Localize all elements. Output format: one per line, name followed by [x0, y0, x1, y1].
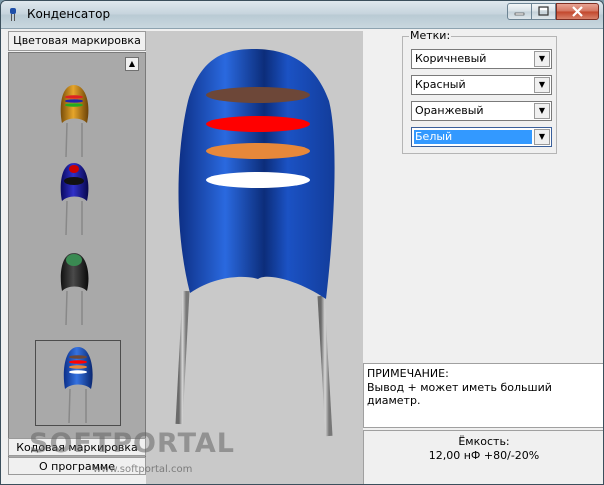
capacitor-thumbnail-icon — [60, 85, 89, 158]
watermark-logo: SOFTPORTAL — [29, 428, 236, 459]
marks-group: Метки: Коричневый ▼ Красный ▼ Оранжевый … — [402, 30, 557, 154]
right-panel: Метки: Коричневый ▼ Красный ▼ Оранжевый … — [363, 30, 603, 484]
close-button[interactable] — [556, 3, 599, 20]
capacitor-type-list[interactable]: ▲ ▼ — [8, 52, 146, 460]
capacitor-type-dark-blue[interactable] — [49, 157, 99, 237]
close-icon — [572, 6, 583, 17]
band-3-value: Оранжевый — [415, 104, 484, 117]
capacitor-type-yellow[interactable] — [49, 79, 99, 159]
watermark-url: www.softportal.com — [93, 464, 193, 475]
band-4-select[interactable]: Белый ▼ — [411, 127, 552, 147]
color-band-2 — [206, 116, 310, 132]
color-marking-tab[interactable]: Цветовая маркировка — [8, 31, 146, 51]
capacitor-thumbnail-icon — [60, 163, 89, 236]
scroll-up-button[interactable]: ▲ — [125, 57, 139, 71]
capacity-value: 12,00 нФ +80/-20% — [428, 449, 540, 462]
capacitor-app-icon — [10, 8, 16, 21]
note-box: ПРИМЕЧАНИЕ: Вывод + может иметь больший … — [363, 363, 603, 428]
arrow-up-icon: ▲ — [128, 59, 136, 68]
title-bar[interactable]: Конденсатор — [1, 1, 603, 29]
capacitor-thumbnail-icon — [63, 347, 93, 424]
color-band-1 — [206, 87, 310, 103]
minimize-button[interactable] — [507, 3, 532, 20]
capacity-box: Ёмкость: 12,00 нФ +80/-20% — [363, 430, 603, 484]
band-4-value: Белый — [414, 130, 532, 144]
capacitor-thumbnail-icon — [60, 253, 89, 326]
marks-legend: Метки: — [409, 29, 452, 42]
band-2-value: Красный — [415, 78, 466, 91]
dropdown-arrow-icon[interactable]: ▼ — [534, 103, 550, 119]
band-3-select[interactable]: Оранжевый ▼ — [411, 101, 552, 121]
dropdown-arrow-icon[interactable]: ▼ — [534, 51, 550, 67]
maximize-button[interactable] — [531, 3, 556, 20]
band-1-value: Коричневый — [415, 52, 487, 65]
color-band-3 — [206, 143, 310, 159]
maximize-icon — [538, 6, 549, 16]
note-text: Вывод + может иметь больший диаметр. — [367, 381, 552, 407]
band-1-select[interactable]: Коричневый ▼ — [411, 49, 552, 69]
color-band-4 — [206, 172, 310, 188]
capacitor-type-blue-selected[interactable] — [35, 340, 121, 426]
capacitor-illustration — [175, 49, 335, 437]
window-title: Конденсатор — [27, 7, 111, 21]
capacity-label: Ёмкость: — [458, 435, 510, 448]
capacitor-type-black[interactable] — [49, 247, 99, 327]
note-title: ПРИМЕЧАНИЕ: — [367, 367, 449, 380]
band-2-select[interactable]: Красный ▼ — [411, 75, 552, 95]
dropdown-arrow-icon[interactable]: ▼ — [534, 129, 550, 145]
application-window: Конденсатор Цветовая маркировка ▲ Кодова… — [0, 0, 604, 485]
minimize-icon — [514, 12, 525, 16]
capacitor-preview — [146, 31, 363, 484]
dropdown-arrow-icon[interactable]: ▼ — [534, 77, 550, 93]
left-panel: Цветовая маркировка ▲ Кодовая маркировка… — [8, 31, 146, 484]
